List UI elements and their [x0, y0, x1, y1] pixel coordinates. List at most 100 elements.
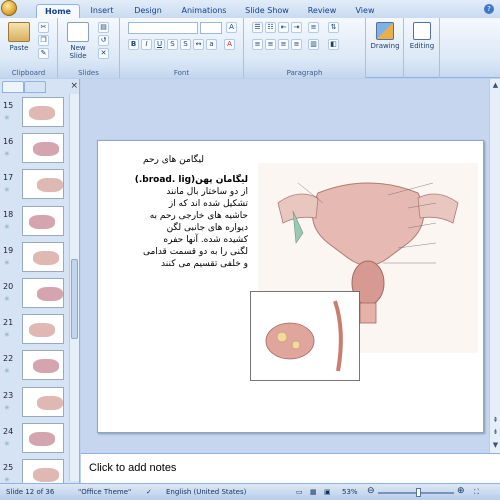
tab-animations[interactable]: Animations: [176, 4, 232, 18]
smartart-icon[interactable]: ◧: [328, 39, 339, 50]
font-size-field[interactable]: [200, 22, 222, 34]
close-icon[interactable]: ×: [70, 81, 78, 91]
slide-sorter-icon[interactable]: ▦: [310, 488, 317, 496]
slides-tab[interactable]: [2, 81, 24, 93]
font-name-field[interactable]: [128, 22, 198, 34]
zoom-in-icon[interactable]: ⊕: [457, 486, 465, 496]
text-direction-icon[interactable]: ⇅: [328, 22, 339, 33]
scroll-down-icon[interactable]: ▼: [491, 441, 500, 450]
thumbnail-image[interactable]: [22, 314, 64, 345]
shapes-icon: [376, 22, 394, 40]
slide-thumbnail[interactable]: 17 ✳: [0, 169, 68, 201]
theme-name[interactable]: "Office Theme": [78, 488, 131, 496]
tab-review[interactable]: Review: [302, 4, 342, 18]
ribbon: Paste ✂ ❐ ✎ Clipboard New Slide ▤ ↺ ✕ Sl…: [0, 18, 500, 78]
bullets-icon[interactable]: ☰: [252, 22, 263, 33]
slide-canvas[interactable]: لیگامن های رحم لیگامان پهن(broad. lig.) ا…: [97, 140, 484, 433]
slide-thumbnail[interactable]: 16 ✳: [0, 133, 68, 165]
underline-button[interactable]: U: [154, 39, 165, 50]
copy-icon[interactable]: ❐: [38, 35, 49, 46]
spell-check-icon[interactable]: ✓: [146, 488, 152, 496]
next-slide-icon[interactable]: ⇟: [491, 428, 500, 437]
outline-tab[interactable]: [24, 81, 46, 93]
zoom-slider-knob[interactable]: [416, 488, 422, 497]
numbering-icon[interactable]: ☷: [265, 22, 276, 33]
tab-design[interactable]: Design: [128, 4, 168, 18]
slide-thumbnail[interactable]: 19 ✳: [0, 241, 68, 274]
thumbnail-number: 16: [3, 137, 14, 147]
transition-icon: ✳: [4, 114, 10, 122]
grow-font-icon[interactable]: A: [226, 22, 237, 33]
zoom-level[interactable]: 53%: [342, 488, 358, 496]
reset-icon[interactable]: ↺: [98, 35, 109, 46]
layout-icon[interactable]: ▤: [98, 22, 109, 33]
tab-view[interactable]: View: [350, 4, 380, 18]
font-group-label: Font: [120, 68, 243, 78]
slide-thumbnail[interactable]: 24 ✳: [0, 422, 68, 455]
tab-home[interactable]: Home: [36, 4, 80, 18]
thumbnail-number: 15: [3, 101, 14, 110]
decrease-indent-icon[interactable]: ⇤: [278, 22, 289, 33]
transition-icon: ✳: [4, 331, 10, 340]
editing-button[interactable]: Editing: [407, 22, 437, 50]
office-button[interactable]: [1, 0, 17, 16]
bold-button[interactable]: B: [128, 39, 139, 50]
slide-editor: لیگامن های رحم لیگامان پهن(broad. lig.) ا…: [81, 79, 500, 453]
italic-button[interactable]: I: [141, 39, 152, 50]
align-left-icon[interactable]: ≡: [252, 39, 263, 50]
slide-thumbnail[interactable]: 20 ✳: [0, 278, 68, 310]
change-case-button[interactable]: a: [206, 39, 217, 50]
shadow-button[interactable]: S: [180, 39, 191, 50]
previous-slide-icon[interactable]: ⇞: [491, 416, 500, 425]
normal-view-icon[interactable]: ▭: [296, 488, 303, 496]
thumbnail-image[interactable]: [22, 350, 64, 381]
slide-thumbnail[interactable]: 22 ✳: [0, 350, 68, 382]
slide-body-text[interactable]: لیگامان پهن(broad. lig.) از دو ساختار بال…: [124, 174, 248, 270]
editor-scrollbar[interactable]: ▲ ⇞ ⇟ ▼: [489, 79, 500, 453]
language[interactable]: English (United States): [166, 488, 246, 496]
delete-slide-icon[interactable]: ✕: [98, 48, 109, 59]
zoom-out-icon[interactable]: ⊖: [367, 486, 375, 496]
tab-slide-show[interactable]: Slide Show: [240, 4, 294, 18]
slide-title[interactable]: لیگامن های رحم: [143, 155, 204, 165]
cut-icon[interactable]: ✂: [38, 22, 49, 33]
drawing-button[interactable]: Drawing: [370, 22, 400, 50]
thumbnail-image[interactable]: [22, 241, 64, 272]
slide-show-icon[interactable]: ▣: [324, 488, 331, 496]
justify-icon[interactable]: ≡: [291, 39, 302, 50]
help-icon[interactable]: ?: [484, 4, 494, 14]
align-center-icon[interactable]: ≡: [265, 39, 276, 50]
clipboard-group: Paste ✂ ❐ ✎ Clipboard: [0, 18, 58, 78]
notes-placeholder[interactable]: Click to add notes: [89, 462, 176, 474]
thumbnail-image[interactable]: [22, 97, 64, 127]
new-slide-button[interactable]: New Slide: [64, 22, 92, 60]
status-bar: Slide 12 of 36 "Office Theme" ✓ English …: [0, 483, 500, 500]
line-spacing-icon[interactable]: ≡: [308, 22, 319, 33]
slide-thumbnail[interactable]: 21 ✳: [0, 314, 68, 346]
slide-thumbnail[interactable]: 18 ✳: [0, 205, 68, 238]
thumbnail-image[interactable]: [22, 386, 64, 417]
thumbnail-image[interactable]: [22, 278, 64, 308]
thumbnail-scroll-thumb[interactable]: [71, 259, 78, 339]
spacing-button[interactable]: ↔: [193, 39, 204, 50]
fit-to-window-icon[interactable]: ⛶: [474, 488, 479, 497]
font-color-button[interactable]: A: [224, 39, 235, 50]
tab-insert[interactable]: Insert: [84, 4, 120, 18]
paste-button[interactable]: Paste: [6, 22, 32, 52]
thumbnail-image[interactable]: [22, 205, 64, 236]
paste-icon: [8, 22, 30, 42]
transition-icon: ✳: [4, 403, 10, 412]
columns-icon[interactable]: ▥: [308, 39, 319, 50]
slide-thumbnail[interactable]: 23 ✳: [0, 386, 68, 419]
increase-indent-icon[interactable]: ⇥: [291, 22, 302, 33]
slide-thumbnail[interactable]: 15 ✳: [0, 97, 68, 129]
notes-pane[interactable]: Click to add notes: [81, 453, 500, 483]
format-painter-icon[interactable]: ✎: [38, 48, 49, 59]
thumbnail-image[interactable]: [22, 422, 64, 453]
thumbnail-image[interactable]: [22, 169, 64, 200]
strikethrough-button[interactable]: S: [167, 39, 178, 50]
align-right-icon[interactable]: ≡: [278, 39, 289, 50]
thumbnail-image[interactable]: [22, 133, 64, 164]
thumbnail-scrollbar[interactable]: [69, 94, 79, 481]
scroll-up-icon[interactable]: ▲: [491, 81, 500, 90]
